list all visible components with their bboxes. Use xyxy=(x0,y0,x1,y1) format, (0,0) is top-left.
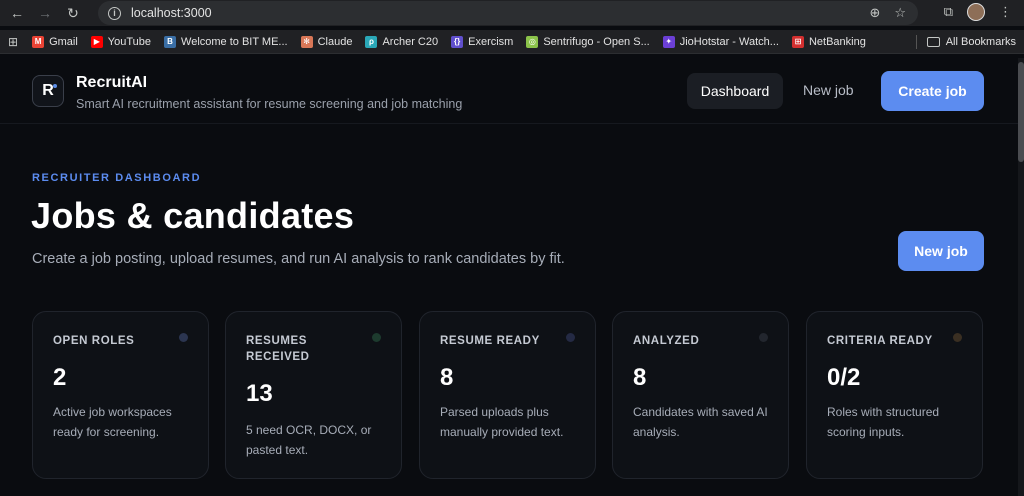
bookmark-item[interactable]: ⊞ NetBanking xyxy=(791,35,866,48)
site-info-icon[interactable]: i xyxy=(108,6,121,20)
browser-toolbar: ← → ↻ i localhost:3000 ⊕ ☆ ⧉ ⋮ xyxy=(0,0,1024,26)
stat-label: ANALYZED xyxy=(633,335,700,347)
logo-dot xyxy=(53,84,57,88)
menu-icon[interactable]: ⋮ xyxy=(999,4,1012,20)
forward-icon[interactable]: → xyxy=(34,2,56,24)
bookmark-item[interactable]: ✦ JioHotstar - Watch... xyxy=(662,35,779,48)
bookmark-item[interactable]: B Welcome to BIT ME... xyxy=(164,35,288,48)
bookmark-star-icon[interactable]: ☆ xyxy=(894,5,906,21)
bit-icon: B xyxy=(164,35,177,48)
nav-new-job[interactable]: New job xyxy=(803,82,854,98)
status-dot xyxy=(179,333,188,342)
bookmarks-bar: ⊞ M Gmail ▶ YouTube B Welcome to BIT ME... ✻ Cl… xyxy=(0,30,1024,54)
status-dot xyxy=(566,333,575,342)
exercism-icon: {} xyxy=(451,35,464,48)
section-eyebrow: RECRUITER DASHBOARD xyxy=(32,172,202,184)
bookmark-item[interactable]: ✻ Claude xyxy=(300,35,353,48)
stat-description: Candidates with saved AI analysis. xyxy=(633,405,768,439)
netbanking-icon: ⊞ xyxy=(791,35,804,48)
youtube-icon: ▶ xyxy=(90,35,103,48)
stat-card: OPEN ROLES 2 Active job workspaces ready f… xyxy=(32,311,209,479)
bookmarks-divider xyxy=(915,34,917,49)
stat-card: CRITERIA READY 0/2 Roles with structured s… xyxy=(806,311,983,479)
stat-value: 8 xyxy=(440,364,454,391)
all-bookmarks-button[interactable]: All Bookmarks xyxy=(926,35,1016,48)
bookmark-label: Sentrifugo - Open S... xyxy=(543,35,650,48)
app-header: R RecruitAI Smart AI recruitment assista… xyxy=(0,58,1018,124)
bookmark-item[interactable]: {} Exercism xyxy=(451,35,514,48)
jiohotstar-icon: ✦ xyxy=(662,35,675,48)
zoom-icon[interactable]: ⊕ xyxy=(869,5,880,21)
bookmark-label: Archer C20 xyxy=(382,35,439,48)
bookmark-item[interactable]: ρ Archer C20 xyxy=(365,35,439,48)
stat-label: RESUMES RECEIVED xyxy=(246,335,310,363)
bookmark-label: NetBanking xyxy=(808,35,866,48)
app-logo[interactable]: R xyxy=(32,75,64,107)
stat-card: RESUMES RECEIVED 13 5 need OCR, DOCX, or p… xyxy=(225,311,402,479)
stat-label: CRITERIA READY xyxy=(827,335,933,347)
bookmark-item[interactable]: M Gmail xyxy=(32,35,78,48)
stat-card: ANALYZED 8 Candidates with saved AI analys… xyxy=(612,311,789,479)
stat-value: 2 xyxy=(53,364,67,391)
bookmark-label: Gmail xyxy=(49,35,78,48)
extensions-icon[interactable]: ⧉ xyxy=(944,4,953,20)
page-title: Jobs & candidates xyxy=(31,195,355,236)
bookmark-item[interactable]: ◎ Sentrifugo - Open S... xyxy=(526,35,650,48)
nav-dashboard[interactable]: Dashboard xyxy=(687,73,783,109)
stat-description: Parsed uploads plus manually provided te… xyxy=(440,405,564,439)
bookmark-label: Exercism xyxy=(468,35,514,48)
back-icon[interactable]: ← xyxy=(6,2,28,24)
stat-description: Roles with structured scoring inputs. xyxy=(827,405,940,439)
page-subtitle: Create a job posting, upload resumes, an… xyxy=(32,251,565,267)
app-page: R RecruitAI Smart AI recruitment assista… xyxy=(0,58,1018,496)
stat-value: 13 xyxy=(246,380,273,407)
archer-icon: ρ xyxy=(365,35,378,48)
url-text: localhost:3000 xyxy=(131,6,212,20)
bookmark-label: YouTube xyxy=(107,35,152,48)
bookmark-label: JioHotstar - Watch... xyxy=(679,35,779,48)
apps-grid-icon[interactable]: ⊞ xyxy=(8,35,18,49)
folder-icon xyxy=(926,36,940,47)
scrollbar-thumb[interactable] xyxy=(1018,62,1024,162)
new-job-button[interactable]: New job xyxy=(898,231,984,271)
status-dot xyxy=(953,333,962,342)
status-dot xyxy=(372,333,381,342)
stat-value: 0/2 xyxy=(827,364,861,391)
all-bookmarks-label: All Bookmarks xyxy=(945,35,1016,48)
gmail-icon: M xyxy=(32,35,45,48)
stat-description: Active job workspaces ready for screenin… xyxy=(53,405,172,439)
stat-value: 8 xyxy=(633,364,647,391)
profile-avatar[interactable] xyxy=(967,3,985,21)
bookmark-label: Welcome to BIT ME... xyxy=(181,35,288,48)
brand-tagline: Smart AI recruitment assistant for resum… xyxy=(76,97,463,111)
create-job-button[interactable]: Create job xyxy=(881,71,984,111)
bookmark-label: Claude xyxy=(317,35,353,48)
sentrifugo-icon: ◎ xyxy=(526,35,539,48)
stat-label: OPEN ROLES xyxy=(53,335,135,347)
bookmark-item[interactable]: ▶ YouTube xyxy=(90,35,152,48)
address-bar[interactable]: i localhost:3000 ⊕ ☆ xyxy=(98,1,918,25)
status-dot xyxy=(759,333,768,342)
reload-icon[interactable]: ↻ xyxy=(62,2,84,24)
brand-title: RecruitAI xyxy=(76,74,148,91)
claude-icon: ✻ xyxy=(300,35,313,48)
stat-description: 5 need OCR, DOCX, or pasted text. xyxy=(246,423,372,457)
stat-card: RESUME READY 8 Parsed uploads plus manuall… xyxy=(419,311,596,479)
stat-label: RESUME READY xyxy=(440,335,540,347)
